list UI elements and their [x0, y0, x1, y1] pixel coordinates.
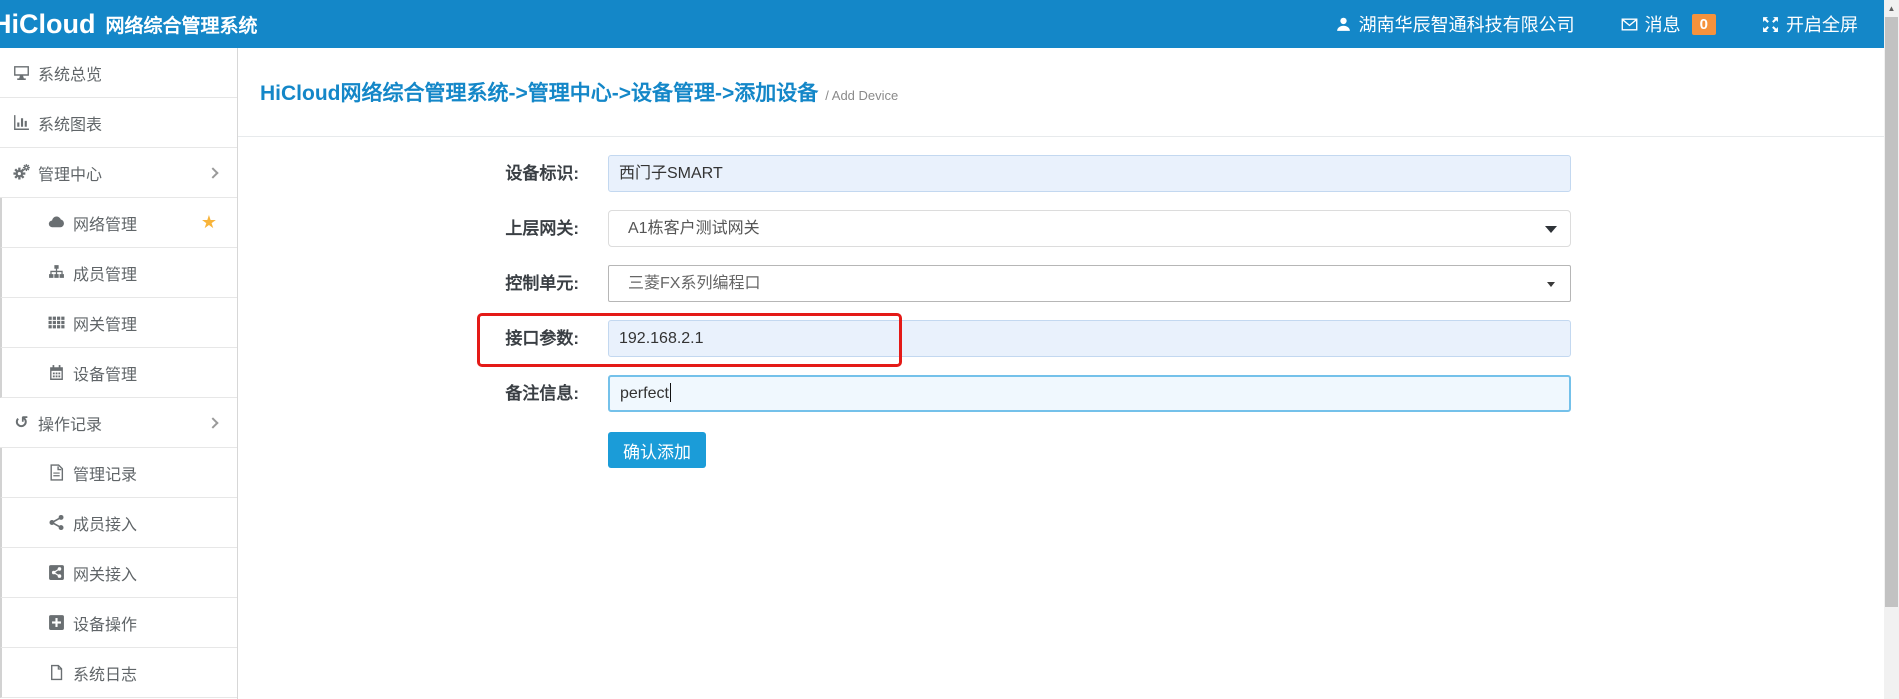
sidebar-item-admin-center[interactable]: 管理中心: [0, 148, 237, 198]
breadcrumb-suffix: / Add Device: [825, 88, 898, 103]
text-cursor: [670, 383, 672, 402]
sidebar-item-label: 成员管理: [73, 261, 137, 285]
sidebar-item-label: 操作记录: [38, 411, 102, 435]
sidebar-item-label: 管理中心: [38, 161, 102, 185]
interface-params-input[interactable]: 192.168.2.1: [608, 320, 1571, 357]
calendar-icon: [48, 364, 65, 381]
sidebar-item-gateway-access[interactable]: 网关接入: [0, 548, 237, 598]
sidebar-nav: 系统总览 系统图表 管理中心 网络管理 ★ 成员管理: [0, 48, 238, 699]
history-icon: ↺: [13, 414, 30, 431]
device-id-value: 西门子SMART: [619, 165, 723, 182]
file-icon: [48, 664, 65, 681]
confirm-add-button[interactable]: 确认添加: [608, 432, 706, 468]
brand-subtitle: 网络综合管理系统: [105, 11, 257, 38]
grid-icon: [48, 314, 65, 331]
chevron-right-icon: [207, 167, 218, 178]
chevron-right-icon: [207, 417, 218, 428]
remarks-input[interactable]: perfect: [608, 375, 1571, 412]
sidebar-item-label: 管理记录: [73, 461, 137, 485]
sidebar-item-device-operations[interactable]: 设备操作: [0, 598, 237, 648]
topbar-right-section: 湖南华辰智通科技有限公司 消息 0 开启全屏: [1335, 11, 1858, 37]
sidebar-item-label: 系统总览: [38, 61, 102, 85]
fullscreen-toggle[interactable]: 开启全屏: [1762, 11, 1858, 37]
sidebar-item-member-management[interactable]: 成员管理: [0, 248, 237, 298]
remarks-label: 备注信息:: [400, 375, 579, 412]
remarks-value: perfect: [620, 385, 669, 402]
scrollbar-up-arrow-icon[interactable]: ▲: [1884, 0, 1899, 17]
fullscreen-label: 开启全屏: [1786, 11, 1858, 37]
company-account[interactable]: 湖南华辰智通科技有限公司: [1335, 11, 1575, 37]
device-id-label: 设备标识:: [400, 155, 579, 192]
share-square-icon: [48, 564, 65, 581]
main-content: HiCloud网络综合管理系统->管理中心->设备管理->添加设备 / Add …: [238, 48, 1884, 699]
upper-gateway-select[interactable]: A1栋客户测试网关: [608, 210, 1571, 247]
sitemap-icon: [48, 264, 65, 281]
messages-label: 消息: [1645, 11, 1681, 37]
sidebar-item-label: 设备管理: [73, 361, 137, 385]
scrollbar-thumb[interactable]: [1885, 17, 1898, 607]
desktop-icon: [13, 64, 30, 81]
sidebar-item-system-logs[interactable]: 系统日志: [0, 648, 237, 698]
envelope-icon: [1621, 16, 1638, 33]
breadcrumb: HiCloud网络综合管理系统->管理中心->设备管理->添加设备: [260, 77, 818, 107]
sidebar-item-label: 设备操作: [73, 611, 137, 635]
sidebar-item-gateway-management[interactable]: 网关管理: [0, 298, 237, 348]
favorite-star-icon[interactable]: ★: [201, 212, 217, 232]
sidebar-item-label: 网关接入: [73, 561, 137, 585]
interface-params-label: 接口参数:: [400, 320, 579, 357]
breadcrumb-bar: HiCloud网络综合管理系统->管理中心->设备管理->添加设备 / Add …: [238, 48, 1884, 137]
bar-chart-icon: [13, 114, 30, 131]
sidebar-item-label: 网络管理: [73, 211, 137, 235]
interface-params-value: 192.168.2.1: [619, 330, 704, 347]
sidebar-item-system-overview[interactable]: 系统总览: [0, 48, 237, 98]
sidebar-item-label: 系统图表: [38, 111, 102, 135]
cloud-icon: [48, 214, 65, 231]
gears-icon: [13, 164, 30, 181]
sidebar-item-system-charts[interactable]: 系统图表: [0, 98, 237, 148]
control-unit-value: 三菱FX系列编程口: [628, 275, 760, 292]
top-navbar: HiCloud 网络综合管理系统 湖南华辰智通科技有限公司 消息 0: [0, 0, 1884, 48]
control-unit-select[interactable]: 三菱FX系列编程口: [608, 265, 1571, 302]
upper-gateway-label: 上层网关:: [400, 210, 579, 247]
plus-square-icon: [48, 614, 65, 631]
control-unit-label: 控制单元:: [400, 265, 579, 302]
sidebar-item-label: 网关管理: [73, 311, 137, 335]
upper-gateway-value: A1栋客户测试网关: [628, 220, 760, 237]
sidebar-item-device-management[interactable]: 设备管理: [0, 348, 237, 398]
page-scrollbar[interactable]: ▲: [1884, 0, 1899, 699]
user-icon: [1335, 16, 1352, 33]
chevron-down-icon: [1547, 282, 1555, 287]
fullscreen-icon: [1762, 16, 1779, 33]
file-text-icon: [48, 464, 65, 481]
messages-count-badge: 0: [1692, 14, 1716, 35]
sidebar-item-member-access[interactable]: 成员接入: [0, 498, 237, 548]
sidebar-item-network-management[interactable]: 网络管理 ★: [0, 198, 237, 248]
company-name: 湖南华辰智通科技有限公司: [1359, 11, 1575, 37]
share-icon: [48, 514, 65, 531]
messages-menu[interactable]: 消息 0: [1621, 11, 1716, 37]
brand-logo: HiCloud: [0, 9, 95, 40]
sidebar-item-label: 成员接入: [73, 511, 137, 535]
sidebar-item-admin-records[interactable]: 管理记录: [0, 448, 237, 498]
sidebar-item-label: 系统日志: [73, 661, 137, 685]
chevron-down-icon: [1545, 226, 1557, 233]
device-id-input[interactable]: 西门子SMART: [608, 155, 1571, 192]
sidebar-item-operation-records[interactable]: ↺ 操作记录: [0, 398, 237, 448]
